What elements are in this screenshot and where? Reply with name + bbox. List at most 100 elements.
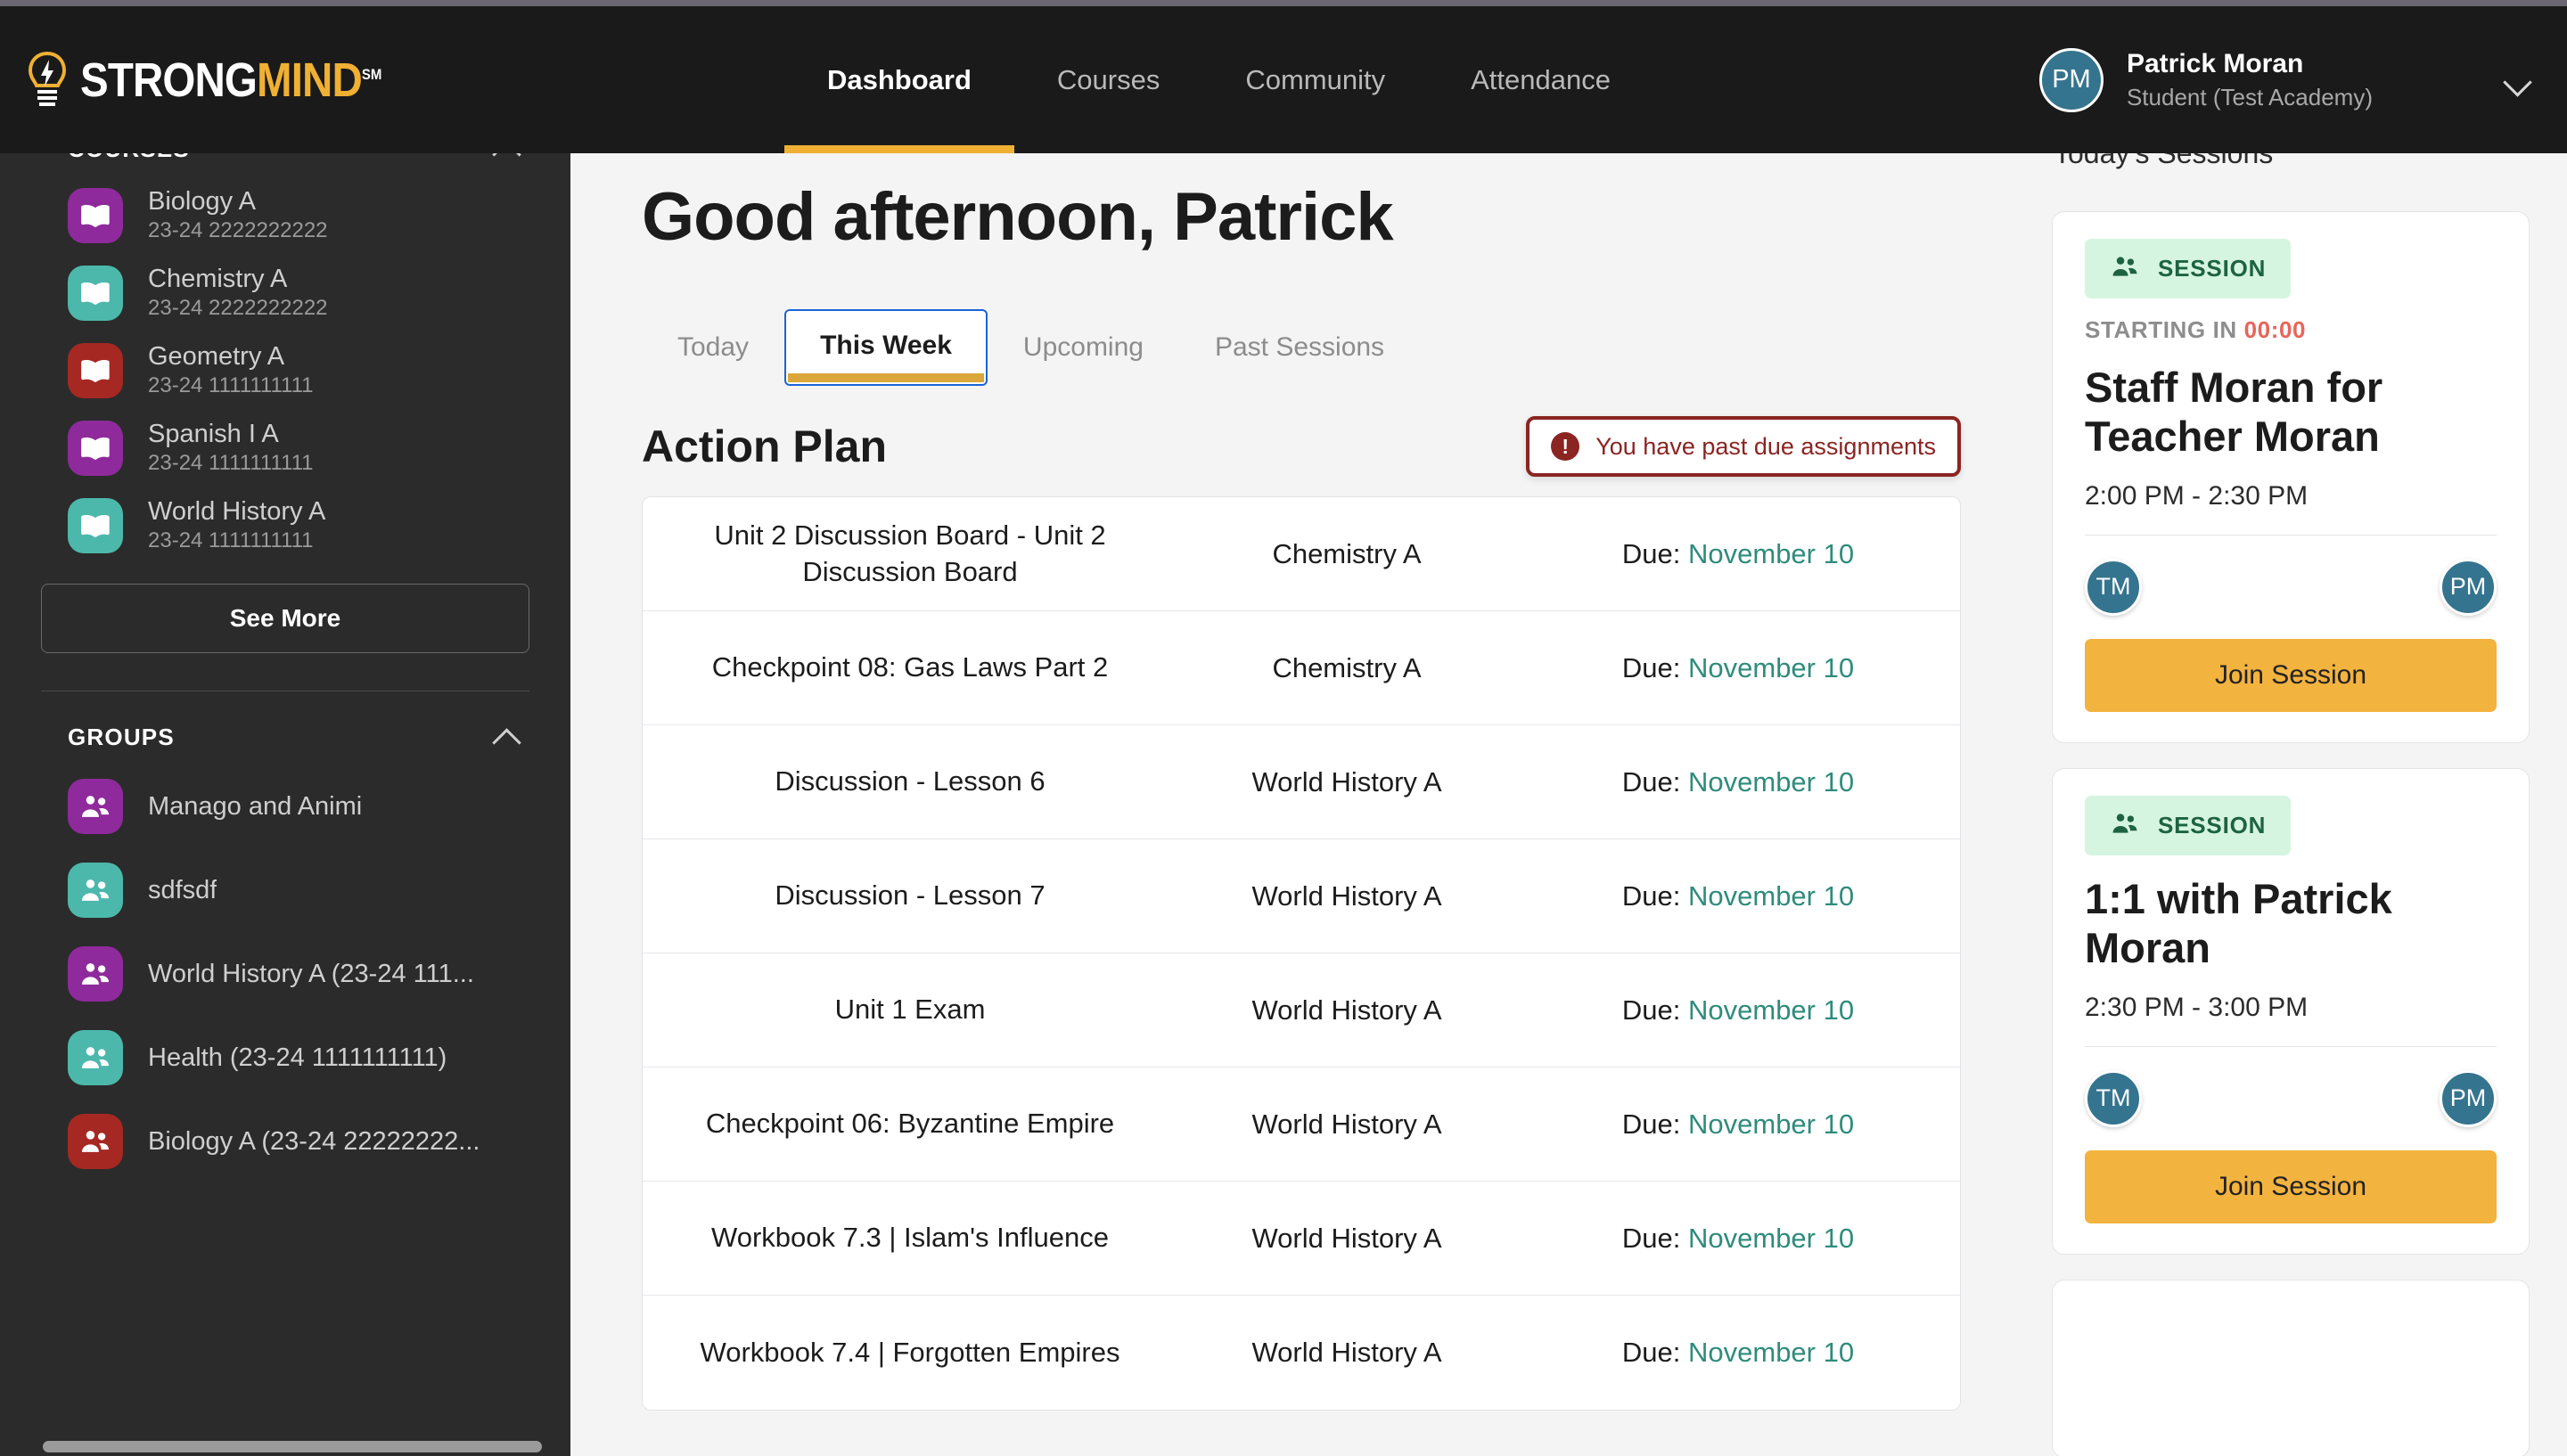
session-time: 2:00 PM - 2:30 PM	[2085, 480, 2309, 511]
user-menu[interactable]: PM Patrick Moran Student (Test Academy)	[2038, 6, 2533, 153]
course-title: World History A	[148, 497, 326, 526]
status-badge: SESSION	[2085, 239, 2292, 299]
past-due-badge[interactable]: ! You have past due assignments	[1526, 416, 1961, 477]
assignment-due: Due: November 10	[1516, 880, 1960, 912]
assignment-course: World History A	[1251, 879, 1442, 912]
sidebar-group-item[interactable]: Health (23-24 1111111111)	[0, 1016, 570, 1100]
assignment-due: Due: November 10	[1516, 538, 1960, 570]
tab-today[interactable]: Today	[642, 311, 784, 384]
tab-upcoming[interactable]: Upcoming	[988, 311, 1179, 384]
sidebar-course-item[interactable]: Spanish I A 23-24 1111111111	[0, 409, 570, 487]
sidebar-group-item[interactable]: World History A (23-24 111...	[0, 932, 570, 1016]
user-identity: Patrick Moran Student (Test Academy)	[2127, 49, 2373, 111]
group-title: sdfsdf	[148, 875, 217, 904]
nav-link-community[interactable]: Community	[1202, 6, 1428, 153]
assignment-name: Discussion - Lesson 7	[775, 879, 1046, 912]
table-row[interactable]: Unit 2 Discussion Board - Unit 2 Discuss…	[643, 497, 1960, 611]
table-row[interactable]: Workbook 7.4 | Forgotten Empires World Hi…	[643, 1296, 1960, 1410]
book-icon	[68, 265, 123, 321]
due-date: November 10	[1688, 1222, 1855, 1254]
sidebar-group-item[interactable]: Manago and Animi	[0, 765, 570, 848]
divider	[2085, 1045, 2497, 1047]
brand-wordmark: STRONGMINDSM	[80, 56, 381, 104]
book-icon	[68, 187, 123, 243]
sidebar-course-item[interactable]: Geometry A 23-24 1111111111	[0, 331, 570, 409]
assignment-course: World History A	[1251, 765, 1442, 798]
assignment-name: Checkpoint 08: Gas Laws Part 2	[711, 651, 1109, 683]
people-icon	[68, 863, 123, 918]
assignment-course: Chemistry A	[1272, 651, 1422, 683]
browser-chrome-strip	[0, 0, 2567, 6]
assignment-due: Due: November 10	[1516, 1337, 1960, 1369]
session-card: SESSION 1:1 with Patrick Moran 2:30 PM - 3…	[2052, 767, 2530, 1255]
people-icon	[68, 1114, 123, 1169]
assignment-name: Unit 2 Discussion Board - Unit 2 Discuss…	[714, 519, 1106, 587]
sidebar-course-item[interactable]: Biology A 23-24 2222222222	[0, 176, 570, 254]
user-name: Patrick Moran	[2126, 48, 2304, 78]
assignment-course: World History A	[1251, 994, 1442, 1026]
due-prefix: Due:	[1621, 765, 1688, 798]
nav-link-courses[interactable]: Courses	[1014, 6, 1202, 153]
brand-logo[interactable]: STRONGMINDSM	[27, 51, 423, 110]
table-row[interactable]: Checkpoint 08: Gas Laws Part 2 Chemistry …	[643, 611, 1960, 725]
due-prefix: Due:	[1621, 1337, 1688, 1368]
action-plan-header: Action Plan ! You have past due assignme…	[642, 416, 1961, 477]
primary-nav: Dashboard Courses Community Attendance	[784, 6, 1653, 153]
scrollbar-thumb[interactable]	[43, 1441, 542, 1452]
sidebar-group-item[interactable]: sdfsdf	[0, 848, 570, 932]
sidebar-horizontal-scrollbar[interactable]	[0, 1436, 570, 1456]
sidebar-scroll-content: COURSES Biology A23-24 2222222222Chemist…	[0, 153, 570, 1183]
table-row[interactable]: Workbook 7.3 | Islam's Influence World Hi…	[643, 1182, 1960, 1296]
join-session-button[interactable]: Join Session	[2085, 638, 2497, 712]
due-date: November 10	[1688, 651, 1855, 683]
chevron-down-icon[interactable]	[2503, 65, 2533, 95]
session-countdown: STARTING IN 00:00	[2085, 316, 2497, 344]
book-icon	[68, 420, 123, 476]
assignment-course: World History A	[1251, 1108, 1442, 1140]
people-icon	[68, 946, 123, 1002]
people-icon	[2110, 251, 2140, 286]
sidebar-course-item[interactable]: Chemistry A 23-24 2222222222	[0, 254, 570, 331]
alert-circle-icon: !	[1551, 432, 1580, 461]
sidebar-course-item[interactable]: World History A 23-24 1111111111	[0, 487, 570, 564]
tab-past-sessions[interactable]: Past Sessions	[1179, 311, 1420, 384]
table-row[interactable]: Unit 1 Exam World History A Due: November …	[643, 953, 1960, 1067]
nav-link-attendance[interactable]: Attendance	[1428, 6, 1653, 153]
app-root: STRONGMINDSM Dashboard Courses Community…	[0, 0, 2567, 1456]
page-title: Good afternoon, Patrick	[642, 179, 1394, 255]
see-more-button[interactable]: See More	[41, 584, 529, 653]
table-row[interactable]: Checkpoint 06: Byzantine Empire World His…	[643, 1067, 1960, 1182]
assignment-due: Due: November 10	[1516, 1108, 1960, 1141]
session-attendees: TM PM	[2085, 558, 2497, 616]
due-date: November 10	[1688, 765, 1855, 798]
table-row[interactable]: Discussion - Lesson 7 World History A Due:…	[643, 839, 1960, 953]
due-date: November 10	[1688, 1108, 1855, 1140]
tab-this-week[interactable]: This Week	[784, 309, 988, 386]
assignment-name: Workbook 7.3 | Islam's Influence	[711, 1222, 1109, 1254]
sidebar-section-courses-header[interactable]: COURSES	[0, 153, 570, 176]
action-plan-title: Action Plan	[642, 421, 888, 471]
brand-mind: MIND	[257, 53, 363, 107]
chevron-up-icon[interactable]	[491, 153, 521, 164]
session-card-placeholder	[2052, 1279, 2530, 1456]
assignment-course: Chemistry A	[1272, 537, 1422, 569]
due-date: November 10	[1688, 537, 1855, 569]
sidebar-group-item[interactable]: Biology A (23-24 22222222...	[0, 1100, 570, 1183]
session-time: 2:30 PM - 3:00 PM	[2085, 992, 2309, 1022]
groups-list: Manago and Animi sdfsdf World History A (2…	[0, 765, 570, 1183]
groups-header-label: GROUPS	[68, 723, 175, 750]
assignment-name: Discussion - Lesson 6	[775, 765, 1046, 798]
chevron-up-icon[interactable]	[491, 722, 521, 752]
session-name: Staff Moran for Teacher Moran	[2085, 364, 2383, 460]
due-date: November 10	[1688, 879, 1855, 912]
course-title: Chemistry A	[148, 265, 288, 293]
group-title: Biology A (23-24 22222222...	[148, 1126, 480, 1156]
join-session-button[interactable]: Join Session	[2085, 1149, 2497, 1223]
table-row[interactable]: Discussion - Lesson 6 World History A Due:…	[643, 725, 1960, 839]
due-date: November 10	[1688, 994, 1855, 1026]
nav-link-dashboard[interactable]: Dashboard	[784, 6, 1014, 153]
top-navigation-bar: STRONGMINDSM Dashboard Courses Community…	[0, 6, 2567, 153]
sidebar-section-groups-header[interactable]: GROUPS	[0, 691, 570, 765]
course-code: 23-24 2222222222	[148, 296, 328, 320]
group-title: Manago and Animi	[148, 791, 363, 821]
